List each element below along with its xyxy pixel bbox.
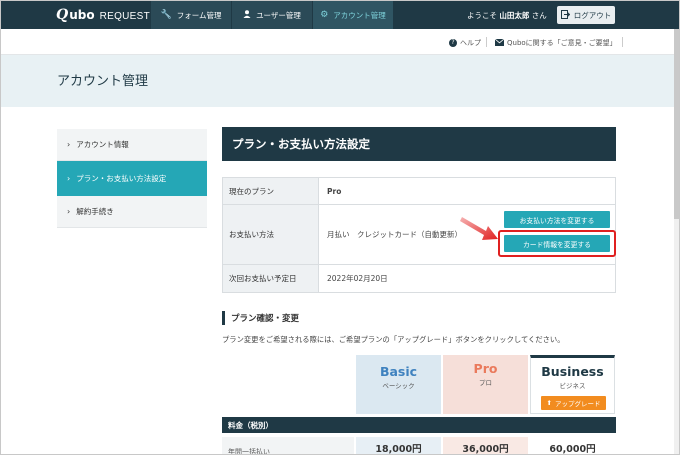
scrollbar[interactable] (674, 29, 679, 454)
qubo-logo[interactable]: Qubo REQUEST (56, 7, 150, 23)
plan-change-title: プラン確認・変更 (222, 311, 299, 325)
chevron-right-icon: › (67, 140, 71, 149)
page-header: アカウント管理 (1, 55, 679, 107)
user-name: 山田太郎 (499, 11, 530, 20)
content-panel: プラン・お支払い方法設定 現在のプラン Pro お支払い方法 月払い クレジット… (222, 127, 616, 454)
sidebar-item-plan-payment[interactable]: › プラン・お支払い方法設定 (57, 161, 207, 196)
fee-pro: 36,000円 (443, 437, 528, 454)
row-label: 次回お支払い予定日 (223, 265, 319, 292)
plan-pro: Pro プロ (443, 355, 528, 414)
nav-tab-account-management[interactable]: ⚙ アカウント管理 (313, 1, 393, 29)
nav-tab-label: アカウント管理 (333, 10, 386, 20)
arrow-up-icon: ⬆ (546, 399, 552, 407)
nav-tab-label: ユーザー管理 (256, 10, 301, 20)
row-label: 現在のプラン (223, 178, 319, 204)
plan-kana: ビジネス (559, 382, 586, 390)
mail-icon (494, 38, 505, 48)
upgrade-button[interactable]: ⬆ アップグレード (541, 396, 606, 410)
change-payment-button[interactable]: お支払い方法を変更する (504, 211, 610, 228)
help-link[interactable]: ? ヘルプ (449, 38, 481, 48)
utility-bar: ? ヘルプ Quboに関する「ご意見・ご要望」 (1, 29, 679, 55)
gear-icon: ⚙ (320, 10, 329, 20)
user-icon (243, 9, 251, 21)
logout-icon (560, 9, 570, 21)
row-label: お支払い方法 (223, 205, 319, 264)
table-row: 現在のプラン Pro (223, 178, 615, 205)
scrollbar-thumb[interactable] (674, 29, 679, 219)
wrench-icon: 🔧 (160, 10, 172, 20)
nav-tab-user-management[interactable]: ユーザー管理 (232, 1, 312, 29)
plan-name: Basic (379, 364, 418, 379)
nav-tab-form-management[interactable]: 🔧 フォーム管理 (151, 1, 231, 29)
fee-row-label: 年間一括払い (222, 437, 354, 454)
browser-frame: Qubo REQUEST 🔧 フォーム管理 ユーザー管理 ⚙ アカウント管理 よう… (0, 0, 680, 455)
chevron-right-icon: › (67, 174, 71, 183)
fee-business: 60,000円 (530, 437, 615, 454)
plan-kana: ベーシック (382, 382, 415, 390)
plan-basic: Basic ベーシック (356, 355, 441, 414)
logout-button[interactable]: ログアウト (557, 6, 615, 24)
top-nav: Qubo REQUEST 🔧 フォーム管理 ユーザー管理 ⚙ アカウント管理 よう… (1, 1, 679, 29)
sidebar-item-cancellation[interactable]: › 解約手続き (57, 196, 207, 228)
divider (622, 37, 623, 47)
row-value: Pro (327, 186, 342, 196)
plan-name: Pro (473, 361, 498, 376)
fee-header: 料金（税別） (222, 417, 616, 433)
plan-kana: プロ (479, 379, 492, 387)
question-icon: ? (449, 39, 457, 47)
fee-basic: 18,000円 (356, 437, 441, 454)
table-row: 次回お支払い予定日 2022年02月20日 (223, 265, 615, 292)
divider (486, 37, 487, 47)
payment-method-text: 月払い クレジットカード（自動更新） (327, 230, 462, 239)
page-title: アカウント管理 (57, 74, 149, 89)
sidebar-item-account-info[interactable]: › アカウント情報 (57, 129, 207, 161)
welcome-text: ようこそ 山田太郎 さん (467, 11, 547, 20)
chevron-right-icon: › (67, 207, 71, 216)
red-arrow-icon (460, 217, 498, 240)
nav-tab-label: フォーム管理 (176, 10, 222, 20)
change-card-button[interactable]: カード情報を変更する (504, 235, 610, 252)
section-title: プラン・お支払い方法設定 (222, 127, 616, 161)
plan-business: Business ビジネス ⬆ アップグレード (530, 355, 615, 414)
plan-name: Business (541, 364, 604, 379)
plan-change-description: プラン変更をご希望される際には、ご希望プランの「アップグレード」ボタンをクリック… (222, 335, 565, 344)
feedback-link[interactable]: Quboに関する「ご意見・ご要望」 (494, 38, 617, 48)
sidebar: › アカウント情報 › プラン・お支払い方法設定 › 解約手続き (57, 129, 207, 228)
row-value: 2022年02月20日 (327, 274, 388, 283)
